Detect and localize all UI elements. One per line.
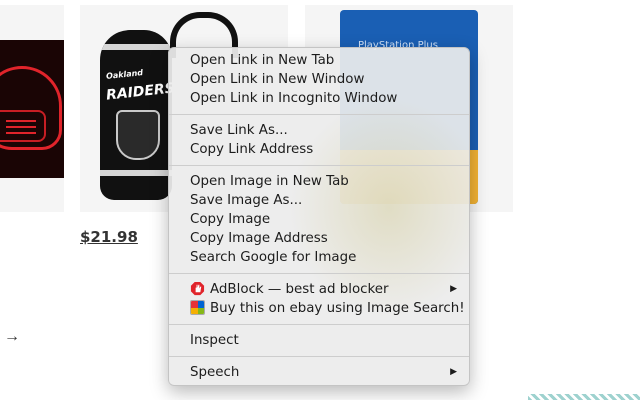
menu-item-save-image-as[interactable]: Save Image As... bbox=[169, 191, 469, 210]
menu-separator bbox=[169, 324, 469, 325]
menu-item-copy-image-address[interactable]: Copy Image Address bbox=[169, 229, 469, 248]
adblock-hand-icon bbox=[190, 281, 205, 296]
menu-item-open-link-new-tab[interactable]: Open Link in New Tab bbox=[169, 51, 469, 70]
backpack-stripe bbox=[100, 44, 172, 50]
menu-item-adblock-label: AdBlock — best ad blocker bbox=[210, 282, 389, 297]
menu-separator bbox=[169, 356, 469, 357]
menu-item-speech[interactable]: Speech ▶ bbox=[169, 363, 469, 382]
menu-separator bbox=[169, 273, 469, 274]
menu-item-copy-image[interactable]: Copy Image bbox=[169, 210, 469, 229]
submenu-arrow-icon: ▶ bbox=[450, 284, 457, 294]
menu-item-copy-link-address[interactable]: Copy Link Address bbox=[169, 140, 469, 159]
menu-item-save-link-as[interactable]: Save Link As... bbox=[169, 121, 469, 140]
menu-item-open-image-new-tab[interactable]: Open Image in New Tab bbox=[169, 172, 469, 191]
arrow-right-icon[interactable]: → bbox=[4, 328, 20, 346]
menu-item-ebay-label: Buy this on ebay using Image Search! bbox=[210, 301, 465, 316]
lamp-glow-bars bbox=[6, 120, 36, 122]
menu-separator bbox=[169, 114, 469, 115]
menu-item-open-link-incognito[interactable]: Open Link in Incognito Window bbox=[169, 89, 469, 108]
menu-item-inspect[interactable]: Inspect bbox=[169, 331, 469, 350]
raiders-shield-logo bbox=[116, 110, 160, 160]
product-price[interactable]: $21.98 bbox=[80, 228, 138, 246]
menu-separator bbox=[169, 165, 469, 166]
context-menu: Open Link in New Tab Open Link in New Wi… bbox=[168, 47, 470, 386]
partial-tile-strip bbox=[528, 394, 640, 400]
backpack-small-text: Oakland bbox=[105, 68, 144, 81]
backpack-stripe bbox=[100, 170, 172, 176]
lamp-glow-facemask bbox=[0, 110, 46, 142]
menu-item-speech-label: Speech bbox=[190, 365, 240, 380]
helmet-lamp-image[interactable] bbox=[0, 40, 64, 178]
menu-item-adblock[interactable]: AdBlock — best ad blocker ▶ bbox=[169, 280, 469, 299]
menu-item-search-google-image[interactable]: Search Google for Image bbox=[169, 248, 469, 267]
ebay-image-search-icon bbox=[190, 300, 205, 315]
submenu-arrow-icon: ▶ bbox=[450, 367, 457, 377]
menu-item-open-link-new-window[interactable]: Open Link in New Window bbox=[169, 70, 469, 89]
backpack-text: RAIDERS bbox=[105, 80, 172, 104]
backpack-image[interactable]: Oakland RAIDERS bbox=[100, 30, 172, 200]
menu-item-ebay-image-search[interactable]: Buy this on ebay using Image Search! bbox=[169, 299, 469, 318]
